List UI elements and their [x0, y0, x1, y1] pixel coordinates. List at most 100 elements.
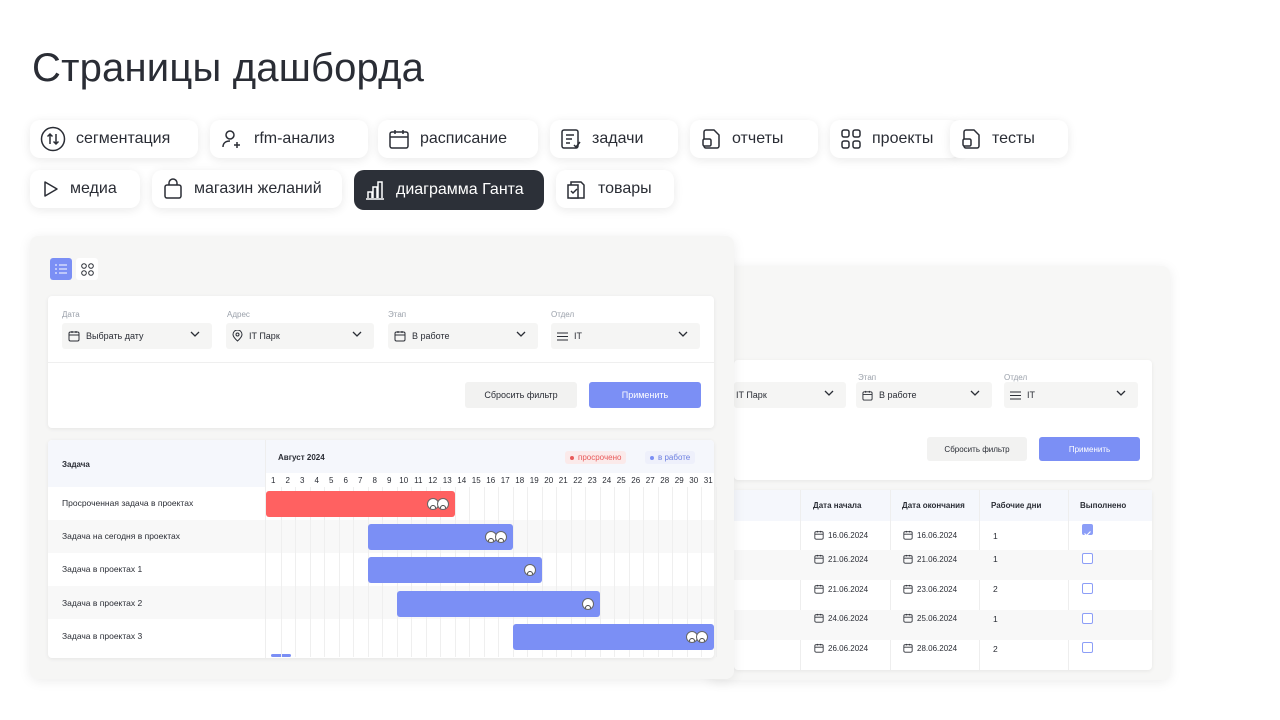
day-tick-9: 9 [387, 476, 392, 485]
calendar-icon [814, 643, 824, 653]
chip-rfm[interactable]: rfm-анализ [210, 120, 368, 158]
done-checkbox[interactable] [1082, 524, 1093, 537]
play-icon [44, 181, 58, 197]
start-date-cell: 21.06.2024 [814, 584, 868, 594]
day-tick-19: 19 [529, 476, 539, 485]
assignee-avatar-icon [436, 498, 449, 510]
month-label: Август 2024 [278, 453, 325, 462]
reset-filter-button-back[interactable]: Сбросить фильтр [927, 437, 1027, 461]
chevron-down-icon [352, 331, 362, 337]
task-name: Задача в проектах 2 [62, 597, 143, 608]
day-tick-11: 11 [414, 476, 423, 485]
chip-label: диаграмма Ганта [396, 181, 524, 198]
department-select-back[interactable]: IT [1004, 382, 1138, 408]
chevron-down-icon [970, 390, 980, 396]
day-tick-23: 23 [587, 476, 597, 485]
day-tick-13: 13 [442, 476, 452, 485]
day-tick-20: 20 [544, 476, 554, 485]
chip-products[interactable]: товары [556, 170, 674, 208]
assignee-avatar-icon [696, 630, 708, 643]
day-tick-1: 1 [271, 476, 276, 485]
done-checkbox[interactable] [1082, 553, 1093, 564]
end-date-cell: 23.06.2024 [903, 584, 957, 594]
calendar-icon [903, 554, 913, 564]
chip-projects[interactable]: проекты [830, 120, 960, 158]
address-select-back[interactable]: IT Парк [734, 382, 846, 408]
location-pin-icon [232, 330, 243, 342]
workdays-cell: 1 [993, 614, 998, 624]
col-end-date: Дата окончания [902, 501, 965, 510]
chip-wishlist[interactable]: магазин желаний [152, 170, 342, 208]
chip-schedule[interactable]: расписание [378, 120, 538, 158]
chip-label: магазин желаний [194, 180, 322, 197]
assignee-avatar-icon [494, 531, 507, 544]
department-select[interactable]: IT [551, 323, 700, 349]
day-tick-5: 5 [329, 476, 334, 485]
done-checkbox[interactable] [1082, 613, 1093, 624]
grid-icon [841, 129, 861, 149]
user-add-icon [222, 130, 240, 148]
workdays-cell: 2 [993, 584, 998, 594]
task-name: Просроченная задача в проектах [62, 498, 194, 508]
calendar-icon [903, 584, 913, 594]
end-date-cell: 21.06.2024 [903, 554, 957, 564]
task-list-icon [561, 129, 581, 149]
workdays-cell: 1 [993, 531, 998, 541]
chip-reports[interactable]: отчеты [690, 120, 818, 158]
chip-label: медиа [70, 180, 117, 197]
task-name: Задача в проектах 1 [62, 564, 143, 575]
grid-view-toggle[interactable] [76, 258, 98, 280]
address-select[interactable]: IT Парк [226, 323, 374, 349]
stage-label: Этап [388, 310, 407, 319]
department-label-back: Отдел [1004, 373, 1028, 382]
chevron-down-icon [824, 390, 834, 396]
stage-select[interactable]: В работе [388, 323, 538, 349]
task-bar[interactable] [367, 557, 542, 584]
chip-tasks[interactable]: задачи [550, 120, 678, 158]
done-checkbox[interactable] [1082, 583, 1093, 594]
calendar-icon [814, 554, 824, 564]
chip-segmentation[interactable]: сегментация [30, 120, 198, 158]
col-start-date: Дата начала [813, 501, 862, 510]
apply-button[interactable]: Применить [589, 382, 701, 408]
done-checkbox[interactable] [1082, 642, 1093, 653]
list-view-toggle[interactable] [50, 258, 72, 280]
calendar-icon [862, 390, 873, 401]
day-tick-6: 6 [343, 476, 348, 485]
assignee-avatar-icon [523, 564, 536, 577]
chip-media[interactable]: медиа [30, 170, 140, 208]
grid-icon [80, 262, 94, 276]
calendar-icon [903, 530, 913, 540]
chevron-down-icon [516, 331, 526, 337]
day-tick-4: 4 [314, 476, 319, 485]
day-tick-29: 29 [674, 476, 684, 485]
task-bar[interactable] [512, 623, 714, 650]
calendar-icon [903, 643, 913, 653]
chip-tests[interactable]: тесты [950, 120, 1068, 158]
stage-select-back[interactable]: В работе [856, 382, 992, 408]
calendar-icon [814, 613, 824, 623]
start-date-cell: 16.06.2024 [814, 530, 868, 540]
day-tick-31: 31 [703, 476, 713, 485]
calendar-icon [389, 130, 409, 149]
day-tick-8: 8 [372, 476, 377, 485]
day-tick-30: 30 [689, 476, 699, 485]
reset-filter-button[interactable]: Сбросить фильтр [465, 382, 577, 408]
chip-gantt[interactable]: диаграмма Ганта [354, 170, 544, 210]
col-workdays: Рабочие дни [991, 501, 1042, 510]
address-label: Адрес [227, 310, 250, 319]
chip-label: rfm-анализ [254, 130, 335, 147]
date-select[interactable]: Выбрать дату [62, 323, 212, 349]
chip-label: товары [598, 180, 652, 197]
day-tick-15: 15 [471, 476, 481, 485]
day-tick-18: 18 [515, 476, 525, 485]
calendar-icon [814, 530, 824, 540]
end-date-cell: 28.06.2024 [903, 643, 957, 653]
end-date-cell: 16.06.2024 [903, 530, 957, 540]
day-tick-17: 17 [500, 476, 510, 485]
apply-button-back[interactable]: Применить [1039, 437, 1140, 461]
task-bar[interactable] [396, 590, 600, 617]
col-done: Выполнено [1080, 501, 1127, 510]
table-filter-panel: IT Парк Этап В работе Отдел IT Сбросить … [734, 360, 1152, 480]
start-date-cell: 24.06.2024 [814, 613, 868, 623]
